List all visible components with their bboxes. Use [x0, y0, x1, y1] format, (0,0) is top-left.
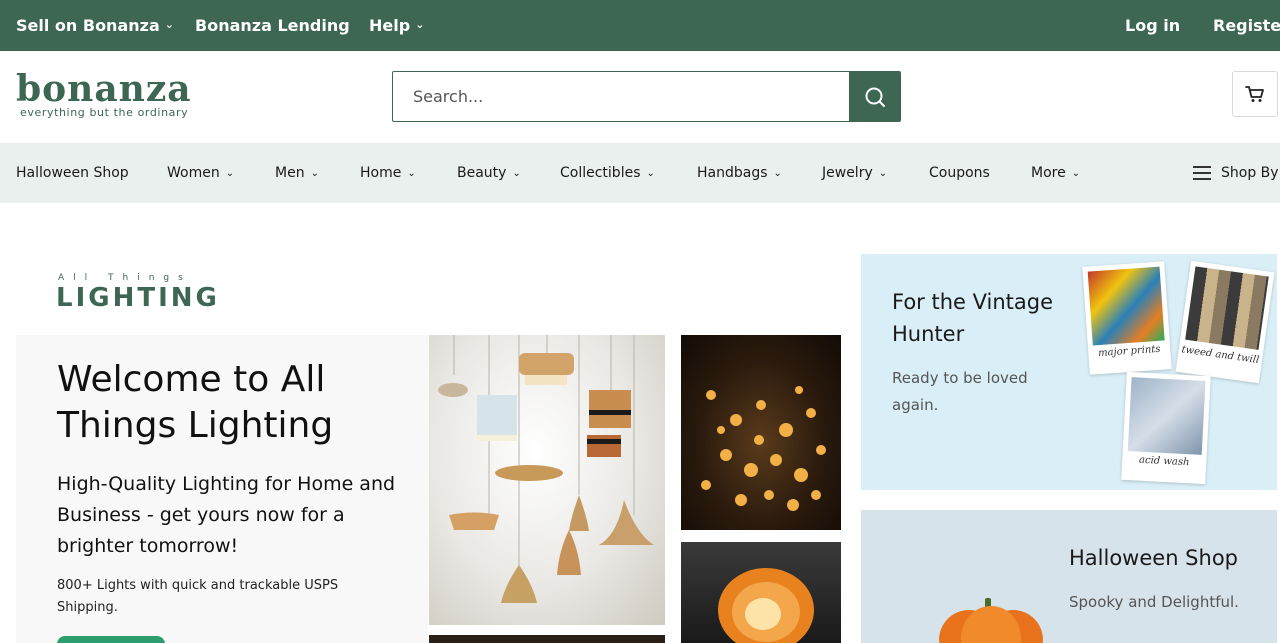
nav-home[interactable]: Home ⌄	[360, 143, 416, 203]
nav-more[interactable]: More ⌄	[1031, 143, 1080, 203]
polaroid-caption: major prints	[1097, 343, 1161, 360]
chevron-down-icon: ⌄	[512, 167, 521, 179]
nav-label: Coupons	[929, 165, 990, 181]
search-button[interactable]	[849, 71, 900, 122]
shop-by-button[interactable]: Shop By	[1193, 143, 1279, 203]
polaroid-caption: acid wash	[1138, 454, 1190, 469]
chevron-down-icon: ⌄	[646, 167, 655, 179]
cart-icon	[1245, 86, 1264, 102]
hero-subtitle: High-Quality Lighting for Home and Busin…	[57, 473, 396, 557]
nav-halloween-shop[interactable]: Halloween Shop	[16, 143, 129, 203]
polaroid-tweed-and-twill: tweed and twill	[1175, 260, 1275, 384]
bonanza-logo[interactable]: bonanza everything but the ordinary	[16, 69, 192, 119]
nav-label: Women	[167, 165, 220, 181]
chevron-down-icon: ⌄	[225, 167, 235, 179]
bulb-chandelier-illustration	[701, 386, 826, 511]
polaroid-acid-wash: acid wash	[1121, 371, 1211, 485]
search-input[interactable]	[393, 72, 850, 121]
sell-on-bonanza-menu[interactable]: Sell on Bonanza ⌄	[16, 0, 174, 51]
pumpkin-icon	[939, 598, 1043, 643]
top-bar: Sell on Bonanza ⌄ Bonanza Lending Help ⌄ L…	[0, 0, 1280, 51]
polaroid-major-prints: major prints	[1082, 261, 1172, 375]
cart-button[interactable]	[1232, 71, 1278, 117]
edison-bulb-lamp-photo[interactable]	[681, 542, 841, 643]
help-menu[interactable]: Help ⌄	[369, 0, 424, 51]
chevron-down-icon: ⌄	[407, 167, 416, 179]
nav-men[interactable]: Men ⌄	[275, 143, 319, 203]
search-icon	[865, 87, 885, 107]
hero-note: 800+ Lights with quick and trackable USP…	[57, 578, 339, 615]
nav-jewelry[interactable]: Jewelry ⌄	[822, 143, 887, 203]
chevron-down-icon: ⌄	[310, 167, 319, 179]
search-bar	[392, 71, 901, 122]
lamp-photo-partial[interactable]	[429, 635, 665, 643]
promo-subtitle: Ready to be loved again.	[892, 369, 1028, 414]
help-label: Help	[369, 16, 411, 35]
site-header: bonanza everything but the ordinary	[0, 51, 1280, 143]
pendant-lights-illustration	[438, 335, 654, 603]
chevron-down-icon: ⌄	[773, 167, 782, 179]
sell-on-bonanza-label: Sell on Bonanza	[16, 16, 160, 35]
promo-title: Halloween Shop	[1069, 546, 1238, 570]
chevron-down-icon: ⌄	[415, 18, 425, 31]
nav-label: Home	[360, 165, 402, 181]
all-things-lighting-logo[interactable]: All Things LIGHTING	[56, 273, 220, 313]
nav-label: Men	[275, 165, 305, 181]
chevron-down-icon: ⌄	[164, 18, 174, 31]
register-link[interactable]: Register	[1213, 0, 1280, 51]
halloween-shop-promo[interactable]: Halloween Shop Spooky and Delightful.	[861, 510, 1277, 643]
nav-label: More	[1031, 165, 1066, 181]
nav-label: Jewelry	[822, 165, 873, 181]
chevron-down-icon: ⌄	[878, 167, 888, 179]
nav-collectibles[interactable]: Collectibles ⌄	[560, 143, 655, 203]
chevron-down-icon: ⌄	[1071, 167, 1081, 179]
log-in-link[interactable]: Log in	[1125, 0, 1180, 51]
nav-handbags[interactable]: Handbags ⌄	[697, 143, 782, 203]
hero-title: Welcome to All Things Lighting	[57, 359, 334, 446]
vintage-hunter-promo[interactable]: For the Vintage Hunter Ready to be loved…	[861, 254, 1277, 490]
nav-label: Handbags	[697, 165, 768, 181]
promo-subtitle: Spooky and Delightful.	[1069, 593, 1239, 611]
nav-label: Beauty	[457, 165, 507, 181]
nav-coupons[interactable]: Coupons	[929, 143, 990, 203]
pendant-lights-photo[interactable]	[429, 335, 665, 625]
nav-label: Collectibles	[560, 165, 641, 181]
nav-women[interactable]: Women ⌄	[167, 143, 234, 203]
shop-by-label: Shop By	[1221, 165, 1279, 181]
bonanza-lending-link[interactable]: Bonanza Lending	[195, 0, 350, 51]
category-nav: Halloween Shop Women ⌄ Men ⌄ Home ⌄ Beauty ⌄…	[0, 143, 1280, 203]
brand-logo-small-text: All Things	[58, 273, 192, 283]
menu-icon	[1193, 166, 1211, 180]
logo-tagline: everything but the ordinary	[20, 106, 189, 119]
nav-beauty[interactable]: Beauty ⌄	[457, 143, 521, 203]
hero-cta-button[interactable]	[57, 636, 165, 643]
logo-wordmark: bonanza	[16, 68, 192, 110]
edison-bulb-lamp-illustration	[718, 568, 814, 643]
bulb-chandelier-photo[interactable]	[681, 335, 841, 530]
promo-title: For the Vintage Hunter	[892, 290, 1054, 346]
nav-label: Halloween Shop	[16, 165, 129, 181]
brand-logo-text: LIGHTING	[56, 283, 220, 313]
